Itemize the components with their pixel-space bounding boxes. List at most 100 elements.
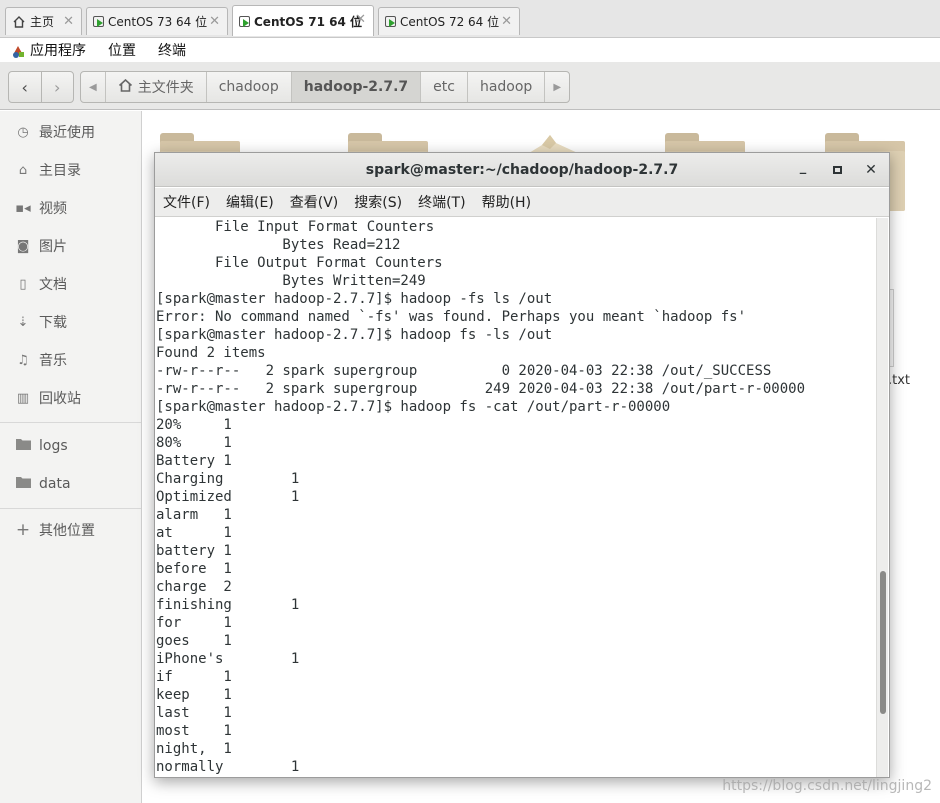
terminal-line: last 1 xyxy=(156,705,232,721)
plus-icon: + xyxy=(15,520,31,540)
download-icon: ⇣ xyxy=(17,314,29,330)
close-icon[interactable]: ✕ xyxy=(501,14,512,29)
terminal-line: alarm 1 xyxy=(156,507,232,523)
close-icon[interactable]: ✕ xyxy=(63,14,74,29)
sidebar-item-label: logs xyxy=(39,438,68,454)
terminal-line: 20% 1 xyxy=(156,417,232,433)
sidebar-item-label: 主目录 xyxy=(39,163,81,179)
clock-icon: ◷ xyxy=(17,124,29,140)
camera-icon: ◙ xyxy=(16,238,30,254)
menu-terminal[interactable]: 终端(T) xyxy=(418,192,465,212)
chevron-left-icon: ‹ xyxy=(21,77,28,97)
sidebar-item-home[interactable]: ⌂ 主目录 xyxy=(0,155,141,185)
sidebar-item-label: 回收站 xyxy=(39,391,81,407)
menu-search[interactable]: 搜索(S) xyxy=(354,192,402,212)
breadcrumb-item-hadoop[interactable]: hadoop xyxy=(466,72,544,102)
vm-tab-label: CentOS 71 64 位 xyxy=(254,14,363,29)
terminal-line: Bytes Written=249 xyxy=(156,273,426,289)
menu-edit[interactable]: 编辑(E) xyxy=(226,192,274,212)
vm-tab-home[interactable]: 主页 ✕ xyxy=(5,7,82,35)
vm-tab-centos73[interactable]: CentOS 73 64 位 ✕ xyxy=(86,7,228,35)
close-button[interactable]: ✕ xyxy=(861,160,881,180)
terminal-window: spark@master:~/chadoop/hadoop-2.7.7 _ ✕ … xyxy=(154,152,890,778)
terminal-line: charge 2 xyxy=(156,579,232,595)
places-sidebar: ◷ 最近使用 ⌂ 主目录 ▪◂ 视频 ◙ 图片 ▯ 文档 ⇣ 下载 ♫ 音乐 ▥… xyxy=(0,111,142,803)
folder-icon xyxy=(15,438,31,454)
sidebar-item-recent[interactable]: ◷ 最近使用 xyxy=(0,117,141,147)
terminal-line: [spark@master hadoop-2.7.7]$ hadoop fs -… xyxy=(156,399,671,415)
close-icon[interactable]: ✕ xyxy=(209,14,220,29)
terminal-app-menu[interactable]: 终端 xyxy=(158,40,186,60)
maximize-icon xyxy=(832,166,842,174)
sidebar-item-documents[interactable]: ▯ 文档 xyxy=(0,269,141,299)
video-icon: ▪◂ xyxy=(15,200,31,216)
terminal-scrollbar[interactable] xyxy=(876,218,888,777)
sidebar-item-label: 视频 xyxy=(39,201,67,217)
terminal-line: Error: No command named `-fs' was found.… xyxy=(156,309,747,325)
vm-tab-strip: 主页 ✕ CentOS 73 64 位 ✕ CentOS 71 64 位 ✕ C… xyxy=(0,0,940,38)
close-icon: ✕ xyxy=(865,162,877,178)
sidebar-item-videos[interactable]: ▪◂ 视频 xyxy=(0,193,141,223)
menu-help[interactable]: 帮助(H) xyxy=(482,192,531,212)
chevron-right-icon: › xyxy=(54,77,61,97)
vm-tab-centos71[interactable]: CentOS 71 64 位 ✕ xyxy=(232,5,374,36)
sidebar-item-label: 文档 xyxy=(39,277,67,293)
terminal-line: if 1 xyxy=(156,669,232,685)
trash-icon: ▥ xyxy=(16,390,30,406)
music-icon: ♫ xyxy=(17,352,29,368)
vm-tab-label: 主页 xyxy=(30,15,55,29)
sidebar-item-data[interactable]: data xyxy=(0,469,141,499)
terminal-line: Bytes Read=212 xyxy=(156,237,401,253)
breadcrumb-home-label: 主文件夹 xyxy=(137,80,194,96)
watermark: https://blog.csdn.net/lingjing2 xyxy=(722,778,932,794)
minimize-button[interactable]: _ xyxy=(793,160,813,180)
scrollbar-thumb[interactable] xyxy=(880,571,886,714)
document-icon: ▯ xyxy=(19,276,27,292)
terminal-line: 80% 1 xyxy=(156,435,232,451)
sidebar-item-label: 其他位置 xyxy=(39,523,95,539)
terminal-line: Charging 1 xyxy=(156,471,300,487)
places-menu[interactable]: 位置 xyxy=(108,40,136,60)
terminal-titlebar[interactable]: spark@master:~/chadoop/hadoop-2.7.7 _ ✕ xyxy=(155,153,889,187)
sidebar-separator xyxy=(0,508,141,509)
vm-running-icon xyxy=(93,16,104,27)
applications-menu[interactable]: 应用程序 xyxy=(30,40,86,60)
home-icon xyxy=(118,78,133,96)
breadcrumb-scroll-right[interactable]: ▶ xyxy=(544,72,569,102)
vm-running-icon xyxy=(239,15,250,27)
breadcrumb-scroll-left[interactable]: ◀ xyxy=(81,72,105,102)
back-button[interactable]: ‹ xyxy=(9,72,41,102)
terminal-output[interactable]: File Input Format Counters Bytes Read=21… xyxy=(156,218,878,777)
nav-buttons: ‹ › xyxy=(8,71,74,103)
terminal-line: File Output Format Counters xyxy=(156,255,443,271)
sidebar-item-music[interactable]: ♫ 音乐 xyxy=(0,345,141,375)
breadcrumb-home[interactable]: 主文件夹 xyxy=(104,72,206,102)
forward-button[interactable]: › xyxy=(40,72,74,102)
minimize-icon: _ xyxy=(799,159,807,175)
vm-tab-centos72[interactable]: CentOS 72 64 位 ✕ xyxy=(378,7,520,35)
triangle-right-icon: ▶ xyxy=(553,81,562,93)
terminal-title: spark@master:~/chadoop/hadoop-2.7.7 xyxy=(365,162,679,178)
terminal-line: night, 1 xyxy=(156,741,232,757)
breadcrumb-item-hadoop-2.7.7[interactable]: hadoop-2.7.7 xyxy=(290,72,421,102)
sidebar-item-downloads[interactable]: ⇣ 下载 xyxy=(0,307,141,337)
menu-view[interactable]: 查看(V) xyxy=(290,192,339,212)
applications-icon xyxy=(10,43,24,58)
sidebar-item-trash[interactable]: ▥ 回收站 xyxy=(0,383,141,413)
terminal-menubar: 文件(F) 编辑(E) 查看(V) 搜索(S) 终端(T) 帮助(H) xyxy=(155,188,889,217)
terminal-line: battery 1 xyxy=(156,543,232,559)
breadcrumb-item-chadoop[interactable]: chadoop xyxy=(205,72,291,102)
terminal-line: normally 1 xyxy=(156,759,300,775)
file-label: .txt xyxy=(888,373,911,388)
sidebar-item-logs[interactable]: logs xyxy=(0,431,141,461)
terminal-line: at 1 xyxy=(156,525,232,541)
terminal-line: for 1 xyxy=(156,615,232,631)
close-icon[interactable]: ✕ xyxy=(355,12,366,27)
maximize-button[interactable] xyxy=(827,160,847,180)
terminal-line: most 1 xyxy=(156,723,232,739)
sidebar-item-other-locations[interactable]: + 其他位置 xyxy=(0,515,141,545)
menu-file[interactable]: 文件(F) xyxy=(163,192,210,212)
sidebar-item-pictures[interactable]: ◙ 图片 xyxy=(0,231,141,261)
breadcrumb-item-etc[interactable]: etc xyxy=(420,72,467,102)
sidebar-item-label: 下载 xyxy=(39,315,67,331)
